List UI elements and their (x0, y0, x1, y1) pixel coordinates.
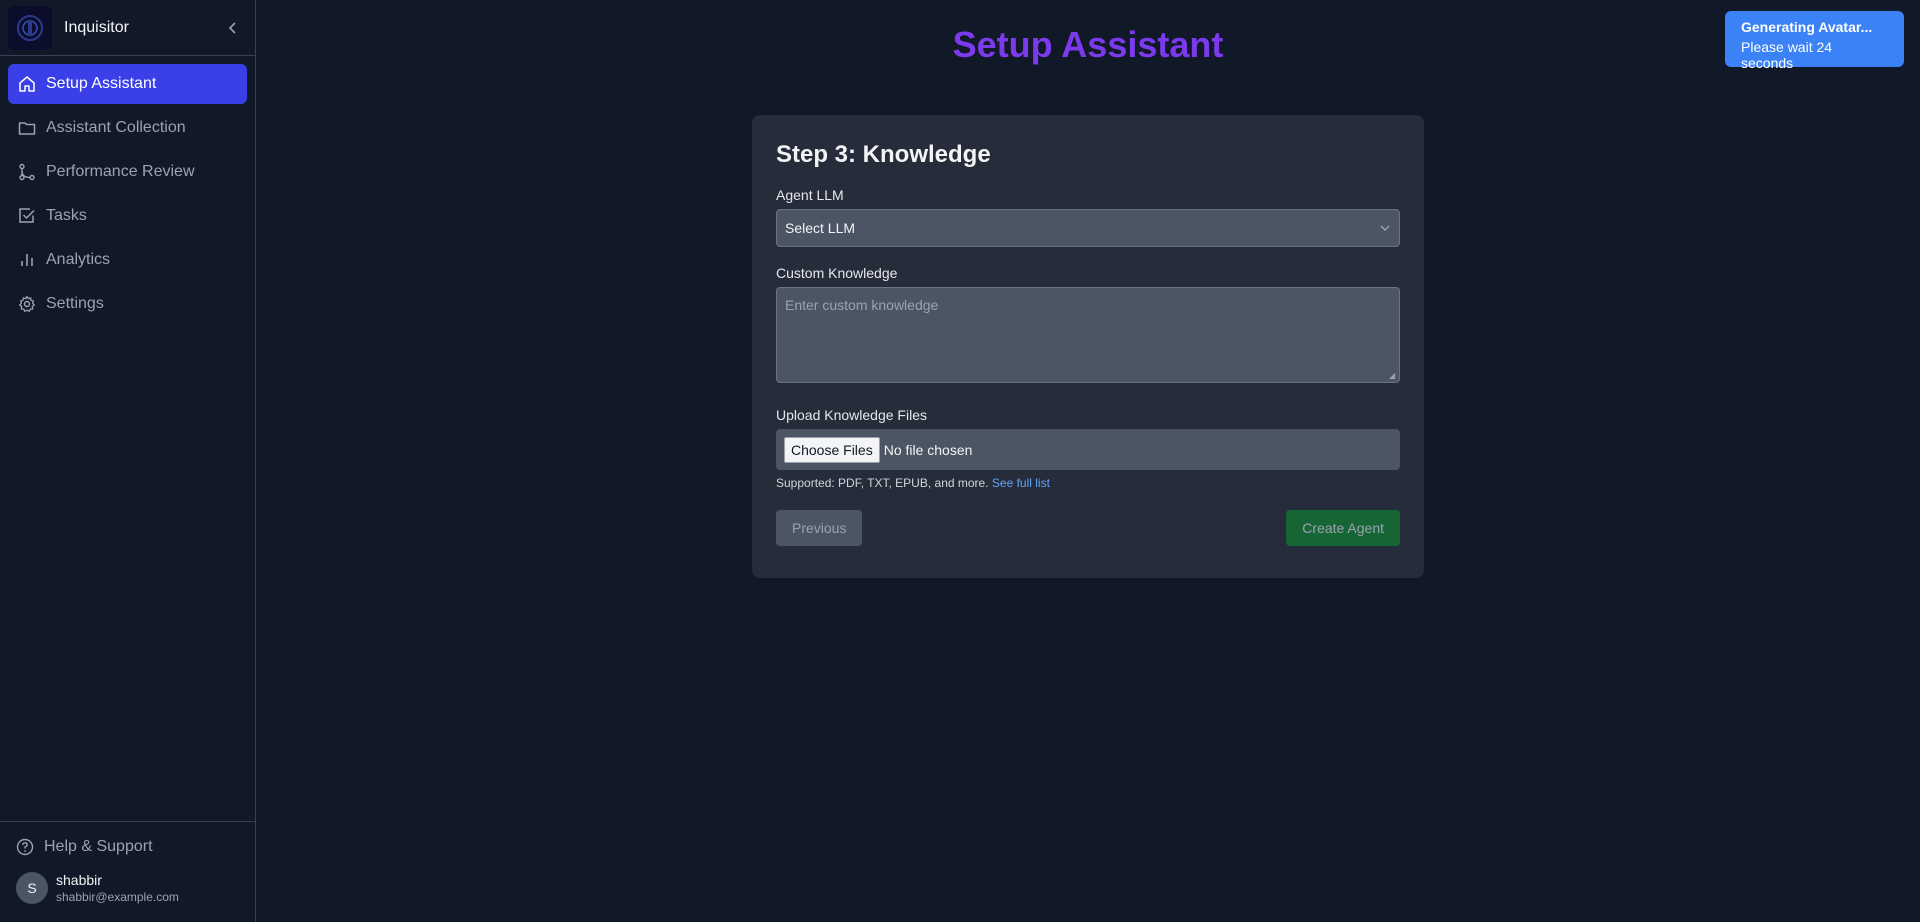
toast-message: Please wait 24 seconds (1741, 39, 1833, 71)
page-title: Setup Assistant (952, 24, 1224, 65)
toast-title: Generating Avatar... (1741, 19, 1873, 35)
bar-chart-icon (18, 251, 36, 269)
help-support-link[interactable]: Help & Support (8, 832, 247, 862)
custom-knowledge-label: Custom Knowledge (776, 265, 898, 281)
user-profile[interactable]: S shabbir shabbir@example.com (8, 868, 247, 908)
sidebar-nav: Setup Assistant Assistant Collection Per… (0, 56, 255, 336)
card-actions: Previous Create Agent (776, 510, 1400, 546)
help-circle-icon (16, 838, 34, 856)
sidebar-item-label: Analytics (46, 251, 111, 268)
help-support-label: Help & Support (44, 838, 153, 855)
toast-notification: Generating Avatar... Please wait 24 seco… (1725, 11, 1904, 71)
avatar: S (16, 872, 48, 904)
see-full-list-link[interactable]: See full list (992, 476, 1050, 490)
chevron-down-icon (1380, 225, 1390, 231)
sidebar-item-analytics[interactable]: Analytics (8, 240, 247, 280)
file-upload-input[interactable]: Choose Files No file chosen (776, 429, 1400, 470)
app-name: Inquisitor (64, 18, 129, 36)
sidebar-item-performance-review[interactable]: Performance Review (8, 152, 247, 192)
sidebar: Inquisitor Setup Assistant Assistant Col… (0, 0, 256, 922)
sidebar-item-label: Setup Assistant (46, 75, 157, 92)
user-email: shabbir@example.com (56, 890, 179, 904)
custom-knowledge-placeholder: Enter custom knowledge (785, 297, 939, 313)
user-info: shabbir shabbir@example.com (56, 872, 179, 904)
setup-step-card: Step 3: Knowledge Agent LLM Select LLM C… (752, 115, 1424, 578)
file-status: No file chosen (883, 441, 973, 458)
app-root: Inquisitor Setup Assistant Assistant Col… (0, 0, 1920, 922)
chevron-left-icon (228, 21, 236, 34)
resize-handle-icon[interactable]: ◢ (1389, 372, 1397, 380)
git-branch-icon (18, 163, 36, 181)
step-title: Step 3: Knowledge (776, 141, 991, 168)
sidebar-header: Inquisitor (0, 0, 255, 56)
sidebar-item-settings[interactable]: Settings (8, 284, 247, 324)
user-name: shabbir (56, 872, 102, 888)
sidebar-item-label: Assistant Collection (46, 119, 186, 136)
sidebar-item-setup-assistant[interactable]: Setup Assistant (8, 64, 247, 104)
choose-files-button[interactable]: Choose Files (784, 436, 880, 463)
create-agent-button[interactable]: Create Agent (1286, 510, 1400, 546)
sidebar-footer: Help & Support S shabbir shabbir@example… (0, 821, 255, 922)
sidebar-item-label: Tasks (46, 207, 87, 224)
gear-icon (18, 295, 36, 313)
sidebar-item-assistant-collection[interactable]: Assistant Collection (8, 108, 247, 148)
supported-formats-text: Supported: PDF, TXT, EPUB, and more. (776, 476, 989, 490)
previous-button[interactable]: Previous (776, 510, 863, 546)
agent-llm-value: Select LLM (785, 220, 856, 236)
upload-files-label: Upload Knowledge Files (776, 407, 927, 423)
supported-formats-hint: Supported: PDF, TXT, EPUB, and more. See… (776, 476, 1400, 490)
folder-icon (18, 119, 36, 137)
custom-knowledge-textarea[interactable]: Enter custom knowledge ◢ (776, 287, 1400, 383)
agent-llm-label: Agent LLM (776, 187, 844, 203)
sidebar-item-tasks[interactable]: Tasks (8, 196, 247, 236)
agent-llm-select[interactable]: Select LLM (776, 209, 1400, 247)
sidebar-item-label: Settings (46, 295, 104, 312)
sidebar-item-label: Performance Review (46, 163, 195, 180)
app-logo (8, 5, 52, 50)
collapse-sidebar-button[interactable] (219, 14, 247, 42)
checkbox-icon (18, 207, 36, 225)
home-icon (18, 75, 36, 93)
